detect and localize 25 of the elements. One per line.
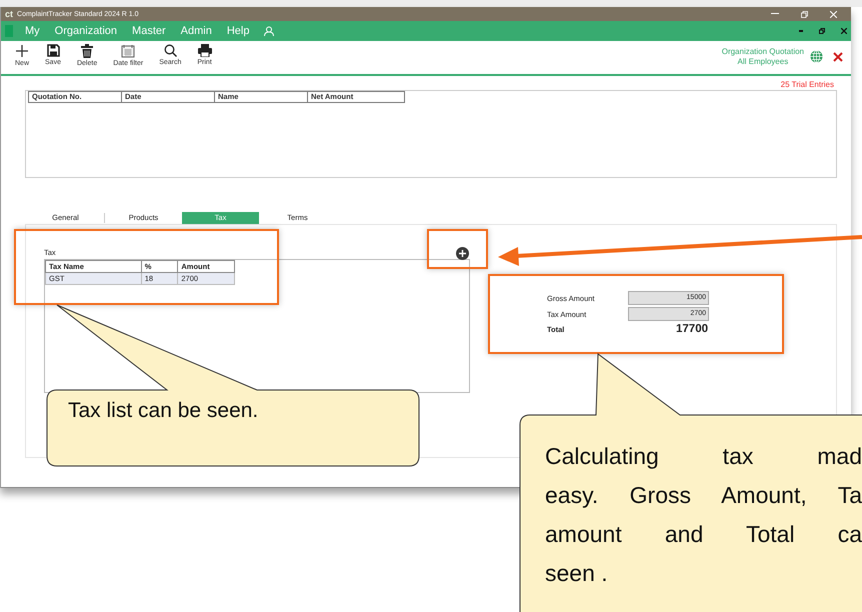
restore-icon[interactable]: [819, 28, 825, 34]
search-icon: [164, 44, 177, 57]
printer-icon: [198, 44, 212, 57]
callout-text: Calculating tax mad: [545, 442, 862, 471]
add-icon[interactable]: [456, 247, 469, 260]
highlight-box: [427, 229, 488, 269]
callout-text: seen .: [545, 559, 609, 588]
context-label: All Employees: [738, 57, 788, 67]
callout-text: Tax list can be seen.: [68, 399, 260, 423]
close-icon[interactable]: [833, 52, 843, 62]
save-icon: [46, 44, 60, 57]
app-logo: ct: [5, 9, 14, 19]
user-icon[interactable]: [264, 26, 274, 36]
plus-icon: [15, 44, 29, 58]
app-square-icon: [5, 25, 13, 37]
total-value: 17700: [675, 323, 709, 335]
trial-entries-notice: 25 Trial Entries: [780, 80, 834, 90]
trash-icon: [81, 44, 94, 58]
callout-text: easy. Gross Amount, Ta: [545, 481, 862, 510]
close-icon[interactable]: [841, 28, 847, 34]
calendar-icon: [121, 44, 136, 58]
context-label: Organization Quotation: [722, 47, 804, 57]
minimize-icon[interactable]: [771, 13, 779, 15]
globe-icon[interactable]: [810, 50, 823, 63]
callout-text: amount and Total ca: [545, 520, 862, 549]
